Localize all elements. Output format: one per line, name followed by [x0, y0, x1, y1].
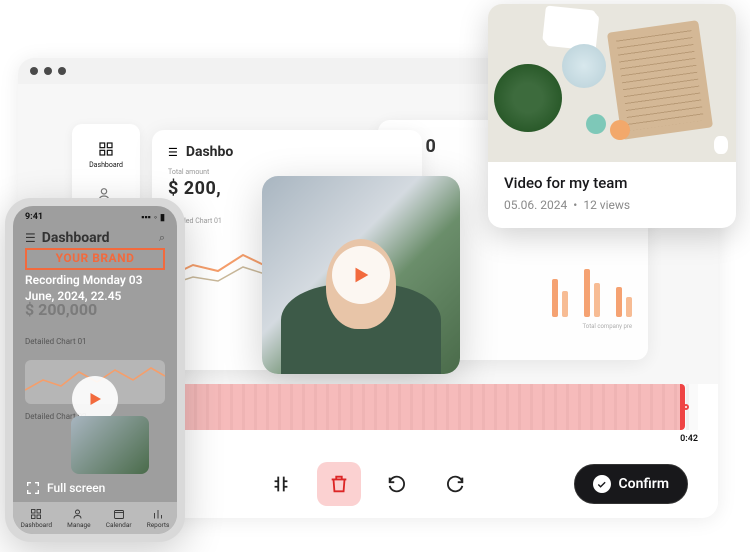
video-card-meta: 05.06. 2024 • 12 views	[504, 198, 720, 212]
recording-info: Recording Monday 03 June, 2024, 22.45	[13, 270, 177, 304]
check-circle-icon	[593, 475, 611, 493]
tab-dashboard[interactable]: Dashboard	[21, 508, 52, 529]
battery-icon: ▮	[160, 213, 165, 223]
undo-icon	[386, 473, 408, 495]
max-dot[interactable]	[58, 67, 66, 75]
tab-calendar[interactable]: Calendar	[106, 508, 132, 529]
sidebar-label: Dashboard	[89, 161, 123, 169]
trash-icon	[328, 473, 350, 495]
dashboard-amount: $ 200,	[168, 178, 221, 199]
fullscreen-icon	[25, 480, 41, 496]
trim-button[interactable]	[259, 462, 303, 506]
confirm-label: Confirm	[619, 476, 669, 492]
play-icon	[350, 264, 372, 286]
phone-mockup: 9:41 ▪▪▪◦▮ ☰ Dashboard ⌕ YOUR BRAND Reco…	[5, 198, 185, 542]
redo-icon	[444, 473, 466, 495]
phone-status-bar: 9:41 ▪▪▪◦▮	[13, 212, 177, 223]
phone-screen: 9:41 ▪▪▪◦▮ ☰ Dashboard ⌕ YOUR BRAND Reco…	[13, 206, 177, 534]
phone-page-title: Dashboard	[42, 230, 110, 246]
dashboard-sub: Total amount	[168, 168, 406, 176]
play-button[interactable]	[332, 246, 390, 304]
video-card-cover	[488, 4, 736, 162]
phone-pip-thumbnail[interactable]	[71, 416, 149, 474]
confirm-button[interactable]: Confirm	[574, 464, 688, 504]
tab-reports[interactable]: Reports	[147, 508, 170, 529]
search-icon[interactable]: ⌕	[159, 231, 165, 245]
phone-tabbar: Dashboard Manage Calendar Reports	[13, 502, 177, 534]
video-preview[interactable]	[262, 176, 460, 374]
video-card-views: 12 views	[583, 198, 630, 212]
phone-time: 9:41	[25, 212, 43, 223]
timeline-selection[interactable]	[170, 384, 685, 430]
redo-button[interactable]	[433, 462, 477, 506]
wifi-icon: ◦	[154, 212, 157, 223]
grid-icon	[97, 140, 115, 158]
signal-icon: ▪▪▪	[141, 212, 151, 223]
trim-icon	[270, 473, 292, 495]
video-card[interactable]: Video for my team 05.06. 2024 • 12 views	[488, 4, 736, 228]
video-card-title: Video for my team	[504, 174, 720, 192]
min-dot[interactable]	[44, 67, 52, 75]
brand-label: YOUR BRAND	[27, 250, 163, 268]
menu-icon[interactable]: ☰	[25, 231, 36, 245]
fullscreen-label: Full screen	[47, 481, 105, 495]
play-icon	[86, 390, 104, 408]
tab-manage[interactable]: Manage	[67, 508, 90, 529]
dashboard-title: Dashbo	[186, 144, 233, 160]
close-dot[interactable]	[30, 67, 38, 75]
fullscreen-toggle[interactable]: Full screen	[25, 480, 105, 496]
phone-chart1-label: Detailed Chart 01	[13, 337, 177, 346]
sidebar-item-dashboard[interactable]: Dashboard	[72, 132, 140, 177]
brand-frame: YOUR BRAND	[25, 248, 165, 270]
delete-button[interactable]	[317, 462, 361, 506]
phone-amount: $ 200,000	[13, 300, 177, 319]
video-card-date: 05.06. 2024	[504, 198, 567, 212]
undo-button[interactable]	[375, 462, 419, 506]
selection-handle-right[interactable]	[683, 404, 689, 410]
